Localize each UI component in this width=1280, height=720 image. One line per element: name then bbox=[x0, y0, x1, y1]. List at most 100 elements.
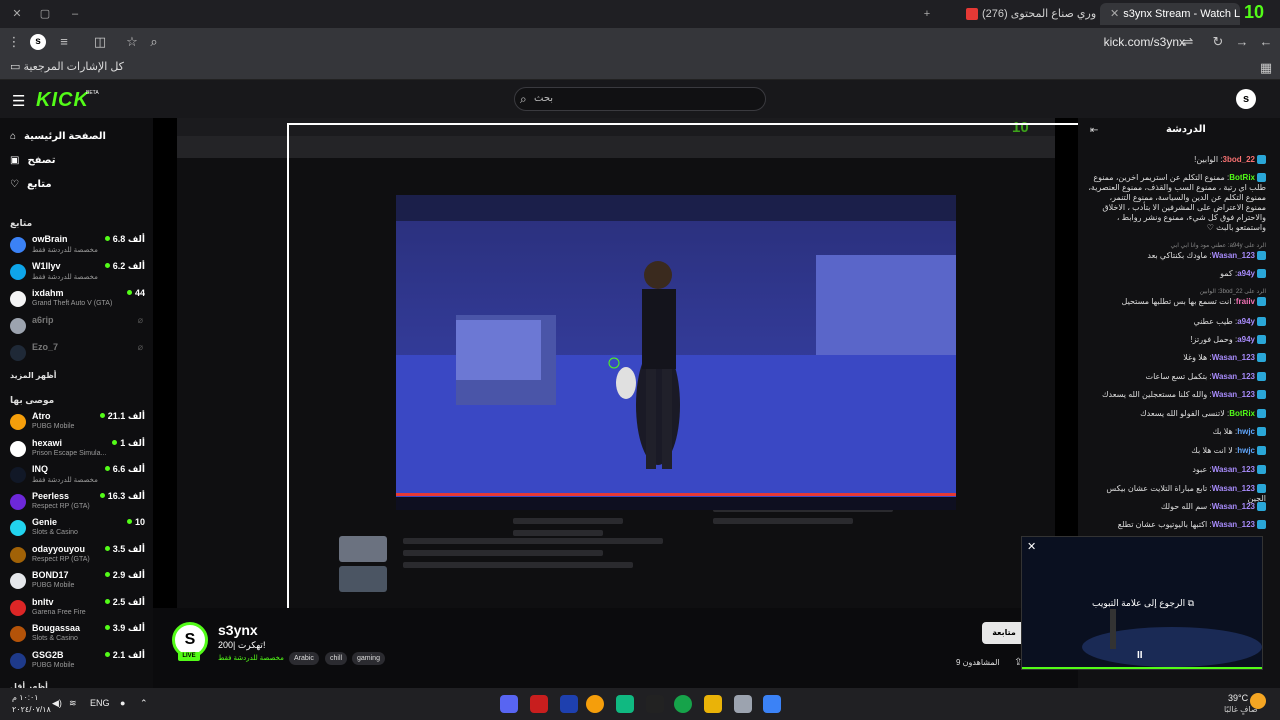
channel-row[interactable]: owBrain مخصصة للدردشة فقط 6.8 ألف bbox=[10, 234, 145, 260]
channel-row[interactable]: bnltv Garena Free Fire 2.5 ألف bbox=[10, 597, 145, 623]
reading-list-icon[interactable]: ≡ bbox=[56, 34, 72, 50]
chat-username[interactable]: Wasan_123 bbox=[1212, 465, 1255, 474]
tab-kick[interactable]: ✕ s3ynx Stream - Watch Live o bbox=[1100, 3, 1240, 25]
tag-chill[interactable]: chill bbox=[325, 652, 348, 665]
menu-dots-icon[interactable]: ⋮ bbox=[6, 34, 22, 50]
chat-username[interactable]: a94y bbox=[1237, 317, 1255, 326]
streamer-name[interactable]: s3ynx bbox=[218, 622, 258, 638]
task-view-icon[interactable] bbox=[734, 695, 752, 713]
chat-username[interactable]: Wasan_123 bbox=[1212, 502, 1255, 511]
channel-row[interactable]: Bougassaa Slots & Casino 3.9 ألف bbox=[10, 623, 145, 649]
chat-username[interactable]: Wasan_123 bbox=[1212, 484, 1255, 493]
kick-logo[interactable]: KICK bbox=[36, 89, 89, 112]
chat-username[interactable]: 3bod_22 bbox=[1223, 155, 1255, 164]
reload-icon[interactable]: ↻ bbox=[1210, 34, 1226, 50]
channel-row[interactable]: Peerless Respect RP (GTA) 16.3 ألف bbox=[10, 491, 145, 517]
chat-username[interactable]: hwjc bbox=[1237, 427, 1255, 436]
chat-username[interactable]: Wasan_123 bbox=[1212, 251, 1255, 260]
hamburger-menu-icon[interactable]: ☰ bbox=[12, 92, 25, 110]
discord-icon[interactable] bbox=[500, 695, 518, 713]
show-more-link[interactable]: أظهر المزيد bbox=[10, 371, 56, 380]
pip-pause-button[interactable]: II bbox=[1137, 650, 1143, 661]
subscriber-badge-icon bbox=[1257, 465, 1266, 475]
channel-row[interactable]: INQ مخصصة للدردشة فقط 6.6 ألف bbox=[10, 464, 145, 490]
language-indicator[interactable]: ENG bbox=[90, 698, 110, 708]
close-window-button[interactable]: ✕ bbox=[8, 5, 26, 23]
avatar bbox=[10, 493, 26, 510]
channel-category: Respect RP (GTA) bbox=[32, 555, 90, 563]
zoom-icon[interactable]: ⌕ bbox=[146, 34, 162, 50]
minimize-window-button[interactable]: – bbox=[66, 5, 84, 23]
chrome-icon[interactable] bbox=[586, 695, 604, 713]
channel-row[interactable]: Genie Slots & Casino 10 bbox=[10, 517, 145, 543]
sidebar-item-browse[interactable]: ▣ تصفح bbox=[10, 152, 55, 168]
start-menu-icon[interactable] bbox=[763, 695, 781, 713]
chat-username[interactable]: a94y bbox=[1237, 269, 1255, 278]
extensions-icon[interactable]: ◫ bbox=[92, 34, 108, 50]
apps-grid-icon[interactable]: ▦ bbox=[1258, 60, 1274, 76]
address-bar[interactable]: kick.com/s3ynx bbox=[1104, 35, 1185, 49]
bookmark-star-icon[interactable]: ☆ bbox=[124, 34, 140, 50]
channel-row[interactable]: ixdahm Grand Theft Auto V (GTA) 44 bbox=[10, 288, 145, 314]
game-launcher-icon[interactable] bbox=[530, 695, 548, 713]
back-icon[interactable]: ← bbox=[1258, 34, 1274, 50]
channel-category: Garena Free Fire bbox=[32, 608, 86, 616]
channel-row[interactable]: odayyouyou Respect RP (GTA) 3.5 ألف bbox=[10, 544, 145, 570]
chat-username[interactable]: Wasan_123 bbox=[1212, 520, 1255, 529]
viewer-count: 3.9 ألف bbox=[104, 623, 145, 634]
volume-icon[interactable]: ◀) bbox=[52, 698, 62, 709]
offline-icon: ⌀ bbox=[137, 315, 143, 325]
chat-username[interactable]: BotRix bbox=[1229, 173, 1255, 182]
clock-time[interactable]: ١٠:٠١ م bbox=[12, 693, 39, 702]
epic-games-icon[interactable] bbox=[646, 695, 664, 713]
channel-row[interactable]: Atro PUBG Mobile 21.1 ألف bbox=[10, 411, 145, 437]
microphone-icon[interactable]: ● bbox=[120, 698, 125, 708]
chat-username[interactable]: a94y bbox=[1237, 335, 1255, 344]
maximize-window-button[interactable]: ▢ bbox=[36, 5, 54, 23]
chat-username[interactable]: Wasan_123 bbox=[1212, 353, 1255, 362]
clock-date[interactable]: ٢٠٢٤/٠٧/١٨ bbox=[12, 705, 51, 714]
channel-row[interactable]: hexawi Prison Escape Simula... 1 ألف bbox=[10, 438, 145, 464]
wifi-icon[interactable]: ≋ bbox=[69, 698, 77, 709]
subscriber-badge-icon bbox=[1257, 502, 1266, 512]
xbox-icon[interactable] bbox=[674, 695, 692, 713]
channel-row[interactable]: a6rip ⌀ bbox=[10, 315, 145, 341]
pip-back-to-tab-button[interactable]: الرجوع إلى علامة التبويب ⧉ bbox=[1092, 598, 1194, 609]
chat-username[interactable]: fraiiv bbox=[1236, 297, 1255, 306]
tag-arabic[interactable]: Arabic bbox=[289, 652, 319, 665]
tag-gaming[interactable]: gaming bbox=[352, 652, 385, 665]
profile-icon[interactable]: s bbox=[30, 34, 46, 50]
collapse-chat-icon[interactable]: ⇤ bbox=[1090, 125, 1098, 136]
channel-row[interactable]: W1llyv مخصصة للدردشة فقط 6.2 ألف bbox=[10, 261, 145, 287]
viewer-count: المشاهدون 9 bbox=[956, 658, 1000, 667]
chat-username[interactable]: Wasan_123 bbox=[1212, 372, 1255, 381]
channel-row[interactable]: BOND17 PUBG Mobile 2.9 ألف bbox=[10, 570, 145, 596]
chat-username[interactable]: hwjc bbox=[1237, 446, 1255, 455]
new-tab-button[interactable]: + bbox=[918, 5, 936, 23]
browser-toolbar: ⋮ s ≡ ◫ ☆ ⌕ ⇌ ↻ → ← bbox=[0, 28, 1280, 56]
chat-username[interactable]: Wasan_123 bbox=[1212, 390, 1255, 399]
tray-chevron-icon[interactable]: ⌃ bbox=[140, 698, 148, 709]
shield-icon[interactable] bbox=[560, 695, 578, 713]
os-taskbar bbox=[0, 688, 1280, 720]
chat-text: طيب عطني bbox=[1193, 317, 1233, 326]
sidebar-item-home[interactable]: ⌂ الصفحة الرئيسية bbox=[10, 128, 106, 144]
sidebar-item-following[interactable]: ♡ متابع bbox=[10, 176, 52, 192]
all-bookmarks-button[interactable]: ▭ كل الإشارات المرجعية bbox=[10, 60, 124, 73]
weather-temperature[interactable]: 39°C bbox=[1228, 693, 1248, 703]
file-explorer-icon[interactable] bbox=[704, 695, 722, 713]
avatar bbox=[10, 440, 26, 457]
follow-button[interactable]: متابعة bbox=[982, 622, 1026, 644]
close-tab-icon[interactable]: ✕ bbox=[1110, 3, 1119, 25]
channel-name: W1llyv bbox=[32, 261, 61, 271]
pip-close-button[interactable]: ✕ bbox=[1027, 540, 1036, 553]
channel-row[interactable]: GSG2B PUBG Mobile 2.1 ألف bbox=[10, 650, 145, 676]
tab-youtube[interactable]: (276) دوري صناع المحتوى - ... bbox=[956, 3, 1096, 25]
subscriber-badge-icon bbox=[1257, 353, 1266, 363]
forward-icon[interactable]: → bbox=[1234, 34, 1250, 50]
stream-category[interactable]: مخصصة للدردشة فقط bbox=[218, 654, 284, 662]
chat-username[interactable]: BotRix bbox=[1229, 409, 1255, 418]
avatar[interactable]: s bbox=[1236, 89, 1256, 109]
channel-row[interactable]: Ezo_7 ⌀ bbox=[10, 342, 145, 368]
kick-app-icon[interactable] bbox=[616, 695, 634, 713]
